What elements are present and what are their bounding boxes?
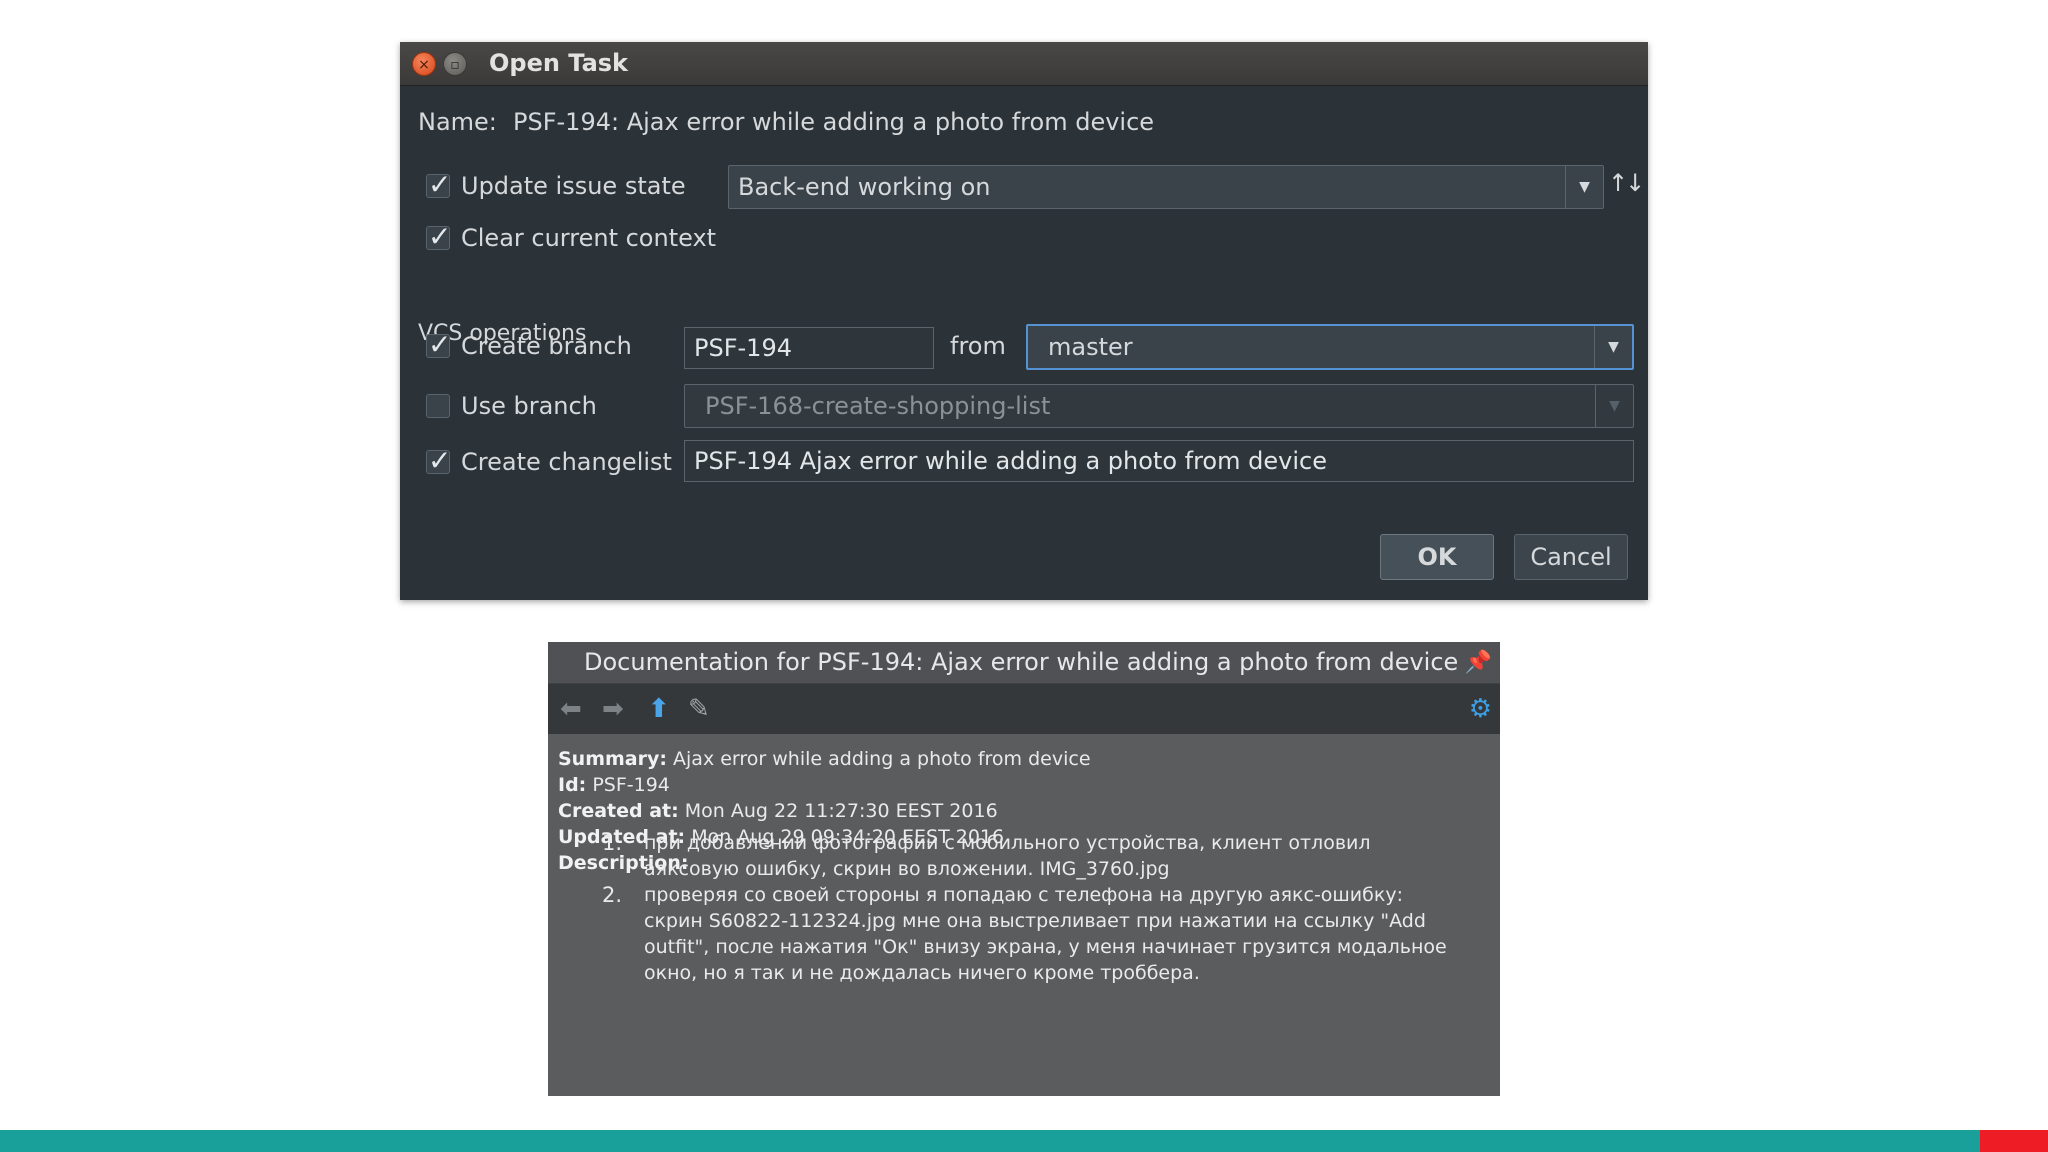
summary-value: Ajax error while adding a photo from dev… (673, 748, 1091, 770)
create-changelist-label: Create changelist (461, 448, 672, 476)
clear-context-row[interactable]: Clear current context (426, 217, 716, 259)
pin-icon[interactable]: 📌 (1465, 650, 1492, 675)
edit-source-icon[interactable]: ✎ (688, 694, 710, 724)
summary-row: Summary: Ajax error while adding a photo… (558, 746, 1488, 772)
name-label: Name: (418, 108, 497, 136)
footer-red-bar (1980, 1130, 2048, 1152)
doc-title: Documentation for PSF-194: Ajax error wh… (584, 648, 1459, 676)
documentation-popup: Documentation for PSF-194: Ajax error wh… (548, 642, 1500, 1096)
id-label: Id: (558, 774, 587, 796)
use-branch-checkbox[interactable] (426, 394, 450, 418)
id-value: PSF-194 (592, 774, 670, 796)
forward-arrow-icon[interactable]: ➡ (602, 694, 624, 724)
use-branch-row[interactable]: Use branch (426, 385, 597, 427)
changelist-name-input[interactable]: PSF-194 Ajax error while adding a photo … (684, 440, 1634, 482)
create-changelist-checkbox[interactable] (426, 444, 451, 477)
list-item-number: 2. (602, 883, 623, 907)
gear-icon[interactable]: ⚙ (1469, 694, 1492, 724)
ok-button[interactable]: OK (1380, 534, 1494, 580)
create-branch-label: Create branch (461, 332, 632, 360)
dialog-titlebar: × ▫ Open Task (400, 42, 1648, 86)
update-issue-state-row[interactable]: Update issue state (426, 165, 686, 207)
list-item-text: проверяя со своей стороны я попадаю с те… (644, 884, 1447, 984)
use-branch-value: PSF-168-create-shopping-list (705, 392, 1051, 420)
chevron-down-icon[interactable]: ▼ (1565, 166, 1603, 208)
create-branch-checkbox[interactable] (426, 328, 451, 361)
back-arrow-icon[interactable]: ⬅ (560, 694, 582, 724)
list-item-text: при добавлении фотографии с мобильного у… (644, 832, 1371, 880)
issue-state-dropdown[interactable]: Back-end working on ▼ (728, 165, 1604, 209)
minimize-window-icon[interactable]: ▫ (443, 52, 467, 76)
open-task-dialog: × ▫ Open Task Name: PSF-194: Ajax error … (400, 42, 1648, 600)
base-branch-dropdown[interactable]: master ▼ (1026, 324, 1634, 370)
footer-teal-bar (0, 1130, 1980, 1152)
branch-name-input[interactable]: PSF-194 (684, 327, 934, 369)
created-row: Created at: Mon Aug 22 11:27:30 EEST 201… (558, 798, 1488, 824)
chevron-down-icon: ▼ (1595, 385, 1633, 427)
create-changelist-row[interactable]: Create changelist (426, 441, 672, 483)
up-arrow-icon[interactable]: ⬆ (648, 694, 670, 724)
task-name-value: PSF-194: Ajax error while adding a photo… (513, 108, 1155, 136)
summary-label: Summary: (558, 748, 667, 770)
dialog-title: Open Task (489, 49, 629, 77)
create-branch-row[interactable]: Create branch (426, 325, 632, 367)
issue-state-value: Back-end working on (738, 173, 991, 201)
doc-toolbar: ⬅ ➡ ⬆ ✎ ⚙ (548, 684, 1500, 734)
chevron-down-icon[interactable]: ▼ (1594, 326, 1632, 368)
close-window-icon[interactable]: × (412, 52, 436, 76)
update-issue-state-checkbox[interactable] (426, 168, 451, 201)
sort-arrows-icon[interactable]: ↑↓ (1608, 169, 1645, 197)
description-list: 1. при добавлении фотографии с мобильног… (602, 830, 1462, 986)
update-issue-state-label: Update issue state (461, 172, 686, 200)
clear-context-label: Clear current context (461, 224, 717, 252)
clear-context-checkbox[interactable] (426, 220, 451, 253)
created-label: Created at: (558, 800, 679, 822)
list-item-number: 1. (602, 831, 623, 855)
list-item: 2. проверяя со своей стороны я попадаю с… (602, 882, 1462, 986)
use-branch-dropdown[interactable]: PSF-168-create-shopping-list ▼ (684, 384, 1634, 428)
from-label: from (950, 332, 1006, 360)
doc-header: Documentation for PSF-194: Ajax error wh… (548, 642, 1500, 684)
list-item: 1. при добавлении фотографии с мобильног… (602, 830, 1462, 882)
id-row: Id: PSF-194 (558, 772, 1488, 798)
base-branch-value: master (1048, 333, 1133, 361)
cancel-button[interactable]: Cancel (1514, 534, 1628, 580)
created-value: Mon Aug 22 11:27:30 EEST 2016 (684, 800, 998, 822)
use-branch-label: Use branch (461, 392, 597, 420)
